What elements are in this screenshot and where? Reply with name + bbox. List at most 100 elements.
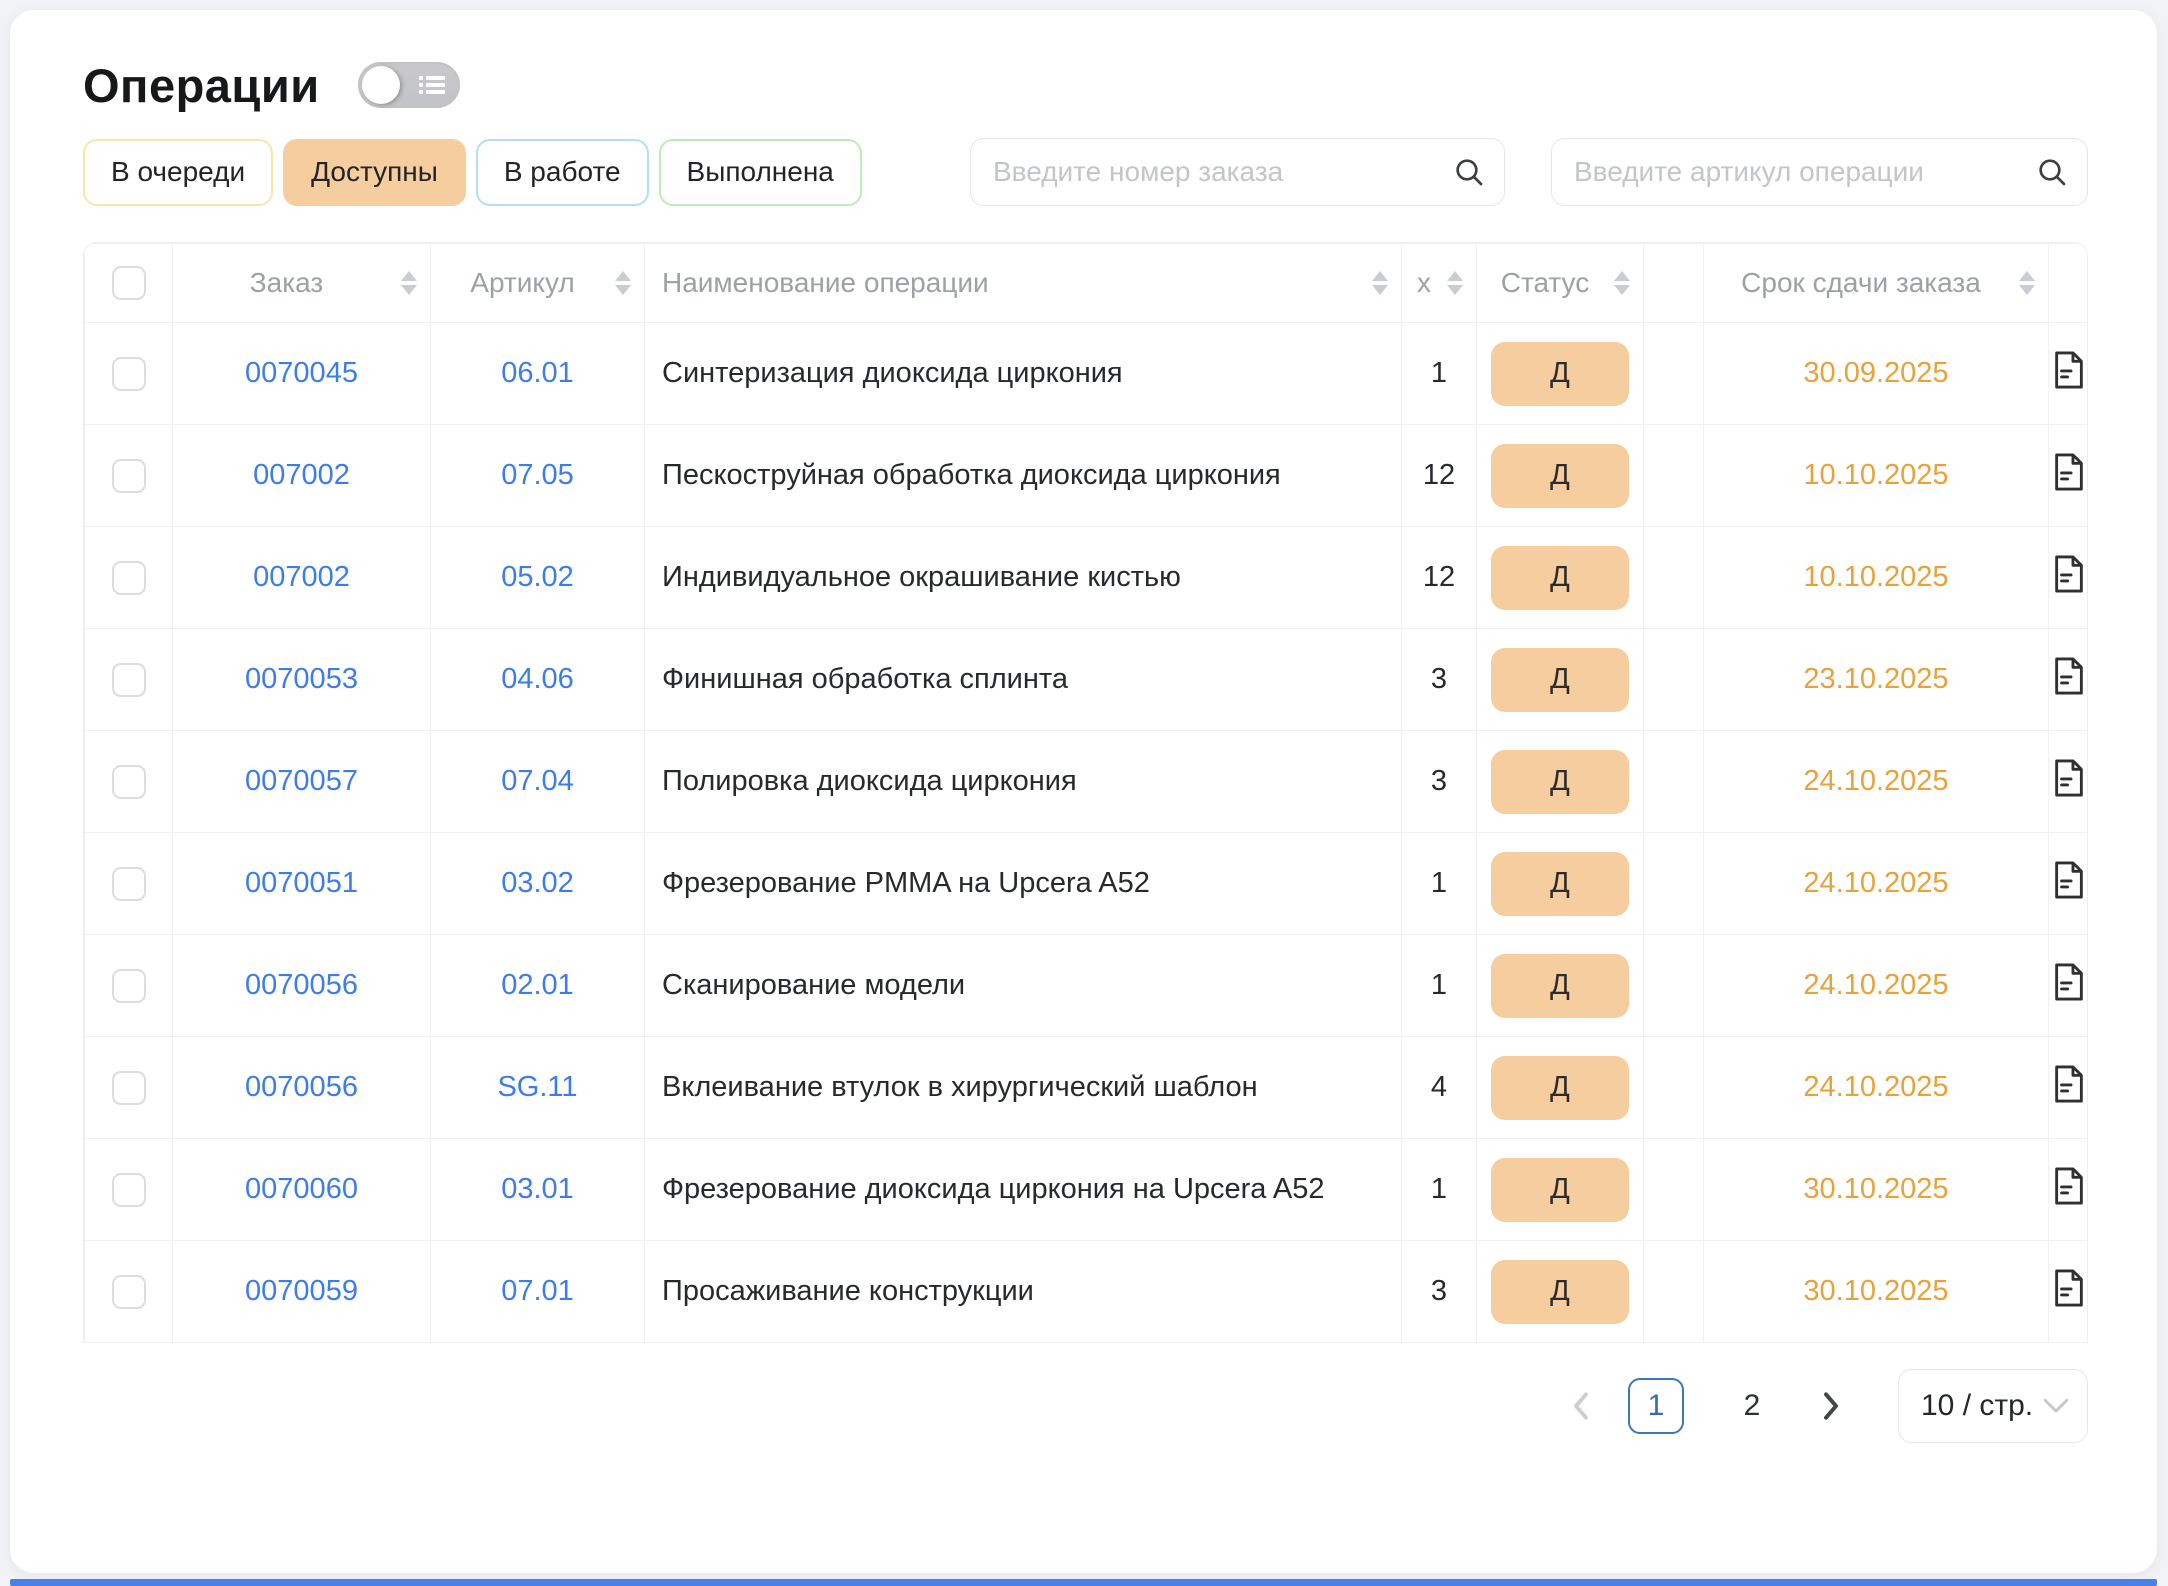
order-link[interactable]: 0070056 <box>245 1071 358 1103</box>
order-link[interactable]: 0070057 <box>245 765 358 797</box>
column-header-doc <box>2049 244 2089 323</box>
next-page-button[interactable] <box>1820 1391 1842 1421</box>
search-icon[interactable] <box>1453 156 1485 188</box>
article-link[interactable]: 07.01 <box>501 1275 574 1307</box>
article-link[interactable]: 05.02 <box>501 561 574 593</box>
row-checkbox[interactable] <box>112 765 146 799</box>
article-link[interactable]: 07.04 <box>501 765 574 797</box>
row-checkbox[interactable] <box>112 1071 146 1105</box>
page-size-select[interactable]: 10 / стр. <box>1898 1369 2088 1443</box>
column-header-qty[interactable]: x <box>1402 244 1477 323</box>
article-link[interactable]: 02.01 <box>501 969 574 1001</box>
page-size-value: 10 / стр. <box>1921 1389 2033 1423</box>
order-link[interactable]: 0070045 <box>245 357 358 389</box>
file-text-icon[interactable] <box>2053 1065 2085 1103</box>
table-row: 0070057 07.04 Полировка диоксида циркони… <box>85 731 2089 833</box>
due-date: 24.10.2025 <box>1803 1071 1948 1103</box>
search-icon[interactable] <box>2036 156 2068 188</box>
status-badge: Д <box>1491 648 1629 712</box>
order-link[interactable]: 0070053 <box>245 663 358 695</box>
operations-card: Операции В очереди Доступны В работе Вып… <box>10 10 2157 1573</box>
column-header-article[interactable]: Артикул <box>431 244 645 323</box>
status-badge: Д <box>1491 750 1629 814</box>
filter-done-button[interactable]: Выполнена <box>659 139 862 206</box>
row-checkbox[interactable] <box>112 1275 146 1309</box>
article-link[interactable]: 07.05 <box>501 459 574 491</box>
chevron-right-icon <box>1820 1391 1842 1421</box>
order-link[interactable]: 007002 <box>253 561 350 593</box>
select-all-checkbox[interactable] <box>112 266 146 300</box>
spacer-cell <box>1644 833 1704 935</box>
file-text-icon[interactable] <box>2053 759 2085 797</box>
spacer-cell <box>1644 731 1704 833</box>
order-link[interactable]: 0070059 <box>245 1275 358 1307</box>
file-text-icon[interactable] <box>2053 351 2085 389</box>
file-text-icon[interactable] <box>2053 861 2085 899</box>
spacer-cell <box>1644 1139 1704 1241</box>
table-row: 0070056 SG.11 Вклеивание втулок в хирург… <box>85 1037 2089 1139</box>
filter-available-button[interactable]: Доступны <box>283 139 466 206</box>
row-checkbox[interactable] <box>112 1173 146 1207</box>
column-header-spacer <box>1644 244 1704 323</box>
table-row: 0070056 02.01 Сканирование модели 1 Д 24… <box>85 935 2089 1037</box>
article-link[interactable]: 03.01 <box>501 1173 574 1205</box>
order-link[interactable]: 0070051 <box>245 867 358 899</box>
column-header-status[interactable]: Статус <box>1477 244 1644 323</box>
file-text-icon[interactable] <box>2053 1167 2085 1205</box>
chevron-down-icon <box>2043 1398 2069 1414</box>
view-mode-toggle[interactable] <box>358 62 460 108</box>
page-button-2[interactable]: 2 <box>1724 1378 1780 1434</box>
operation-name: Пескоструйная обработка диоксида циркони… <box>662 459 1281 491</box>
article-link[interactable]: 04.06 <box>501 663 574 695</box>
order-search-input[interactable] <box>970 138 1505 206</box>
table-row: 0070051 03.02 Фрезерование PMMA на Upcer… <box>85 833 2089 935</box>
status-badge: Д <box>1491 342 1629 406</box>
file-text-icon[interactable] <box>2053 453 2085 491</box>
quantity-value: 1 <box>1431 1173 1447 1205</box>
column-header-order[interactable]: Заказ <box>173 244 431 323</box>
status-badge: Д <box>1491 1056 1629 1120</box>
page-button-1[interactable]: 1 <box>1628 1378 1684 1434</box>
row-checkbox[interactable] <box>112 969 146 1003</box>
spacer-cell <box>1644 527 1704 629</box>
file-text-icon[interactable] <box>2053 963 2085 1001</box>
row-checkbox[interactable] <box>112 867 146 901</box>
row-checkbox[interactable] <box>112 663 146 697</box>
article-link[interactable]: SG.11 <box>497 1071 577 1103</box>
table-row: 007002 05.02 Индивидуальное окрашивание … <box>85 527 2089 629</box>
sort-icon <box>401 271 417 295</box>
prev-page-button[interactable] <box>1570 1391 1592 1421</box>
due-date: 24.10.2025 <box>1803 867 1948 899</box>
order-search <box>970 138 1505 206</box>
filter-queued-button[interactable]: В очереди <box>83 139 273 206</box>
row-checkbox[interactable] <box>112 561 146 595</box>
article-search-input[interactable] <box>1551 138 2088 206</box>
due-date: 30.09.2025 <box>1803 357 1948 389</box>
quantity-value: 3 <box>1431 1275 1447 1307</box>
filter-in-progress-button[interactable]: В работе <box>476 139 649 206</box>
file-text-icon[interactable] <box>2053 657 2085 695</box>
column-header-due-date[interactable]: Срок сдачи заказа <box>1704 244 2049 323</box>
file-text-icon[interactable] <box>2053 1269 2085 1307</box>
article-link[interactable]: 06.01 <box>501 357 574 389</box>
pagination: 1 2 10 / стр. <box>83 1369 2088 1443</box>
sort-icon <box>1614 271 1630 295</box>
order-link[interactable]: 007002 <box>253 459 350 491</box>
operation-name: Полировка диоксида циркония <box>662 765 1077 797</box>
operation-name: Вклеивание втулок в хирургический шаблон <box>662 1071 1258 1103</box>
operation-name: Индивидуальное окрашивание кистью <box>662 561 1181 593</box>
status-badge: Д <box>1491 852 1629 916</box>
operation-name: Просаживание конструкции <box>662 1275 1034 1307</box>
file-text-icon[interactable] <box>2053 555 2085 593</box>
column-header-operation[interactable]: Наименование операции <box>645 244 1402 323</box>
row-checkbox[interactable] <box>112 357 146 391</box>
order-link[interactable]: 0070056 <box>245 969 358 1001</box>
row-checkbox[interactable] <box>112 459 146 493</box>
spacer-cell <box>1644 935 1704 1037</box>
order-link[interactable]: 0070060 <box>245 1173 358 1205</box>
sort-icon <box>2019 271 2035 295</box>
due-date: 23.10.2025 <box>1803 663 1948 695</box>
quantity-value: 1 <box>1431 867 1447 899</box>
article-link[interactable]: 03.02 <box>501 867 574 899</box>
operation-name: Сканирование модели <box>662 969 965 1001</box>
